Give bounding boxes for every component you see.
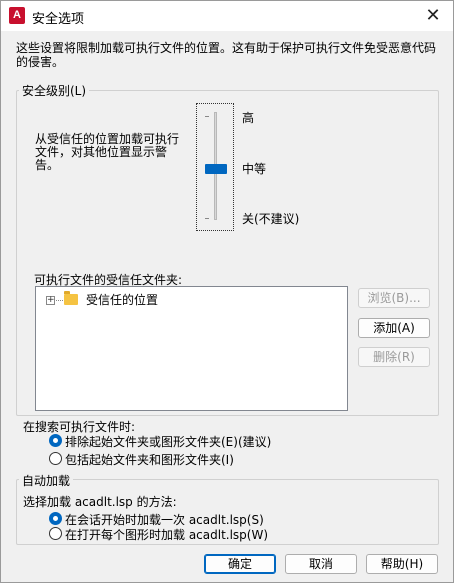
close-icon[interactable]: ✕ <box>421 5 445 27</box>
ok-button[interactable]: 确定 <box>204 554 276 574</box>
level-label-high: 高 <box>242 111 255 125</box>
radio-label: 在打开每个图形时加载 acadlt.lsp(W) <box>65 528 269 542</box>
title-bar: A 安全选项 ✕ <box>1 1 453 31</box>
level-label-medium: 中等 <box>242 162 267 176</box>
folder-icon <box>64 291 78 305</box>
trusted-folders-tree[interactable]: + 受信任的位置 <box>35 286 348 411</box>
security-level-slider[interactable] <box>196 103 234 231</box>
help-button[interactable]: 帮助(H) <box>366 554 438 574</box>
security-level-description: 从受信任的位置加载可执行文件，对其他位置显示警告。 <box>35 132 180 172</box>
security-level-legend: 安全级别(L) <box>19 82 90 99</box>
intro-text: 这些设置将限制加载可执行文件的位置。这有助于保护可执行文件免受恶意代码的侵害。 <box>16 41 437 69</box>
delete-button[interactable]: 删除(R) <box>358 347 430 367</box>
tree-item-trusted-locations[interactable]: 受信任的位置 <box>86 291 158 308</box>
radio-label: 包括起始文件夹和图形文件夹(I) <box>65 453 234 467</box>
radio-label: 排除起始文件夹或图形文件夹(E)(建议) <box>65 435 272 449</box>
slider-tick-off <box>205 218 209 219</box>
radio-button-checked[interactable] <box>49 512 62 525</box>
autoload-legend: 自动加载 <box>19 472 74 489</box>
level-label-off: 关(不建议) <box>242 212 300 226</box>
radio-button-checked[interactable] <box>49 434 62 447</box>
window-title: 安全选项 <box>32 12 85 27</box>
autocad-app-icon: A <box>9 7 25 24</box>
radio-button[interactable] <box>49 527 62 540</box>
add-button[interactable]: 添加(A) <box>358 318 430 338</box>
autoload-method-label: 选择加载 acadlt.lsp 的方法: <box>23 495 177 509</box>
cancel-button[interactable]: 取消 <box>285 554 357 574</box>
radio-button[interactable] <box>49 452 62 465</box>
browse-button[interactable]: 浏览(B)... <box>358 288 430 308</box>
tree-connector <box>56 300 63 301</box>
slider-tick-high <box>205 116 209 117</box>
slider-thumb[interactable] <box>205 164 227 174</box>
tree-expand-icon[interactable]: + <box>46 296 55 305</box>
security-options-dialog: A 安全选项 ✕ 这些设置将限制加载可执行文件的位置。这有助于保护可执行文件免受… <box>0 0 454 583</box>
